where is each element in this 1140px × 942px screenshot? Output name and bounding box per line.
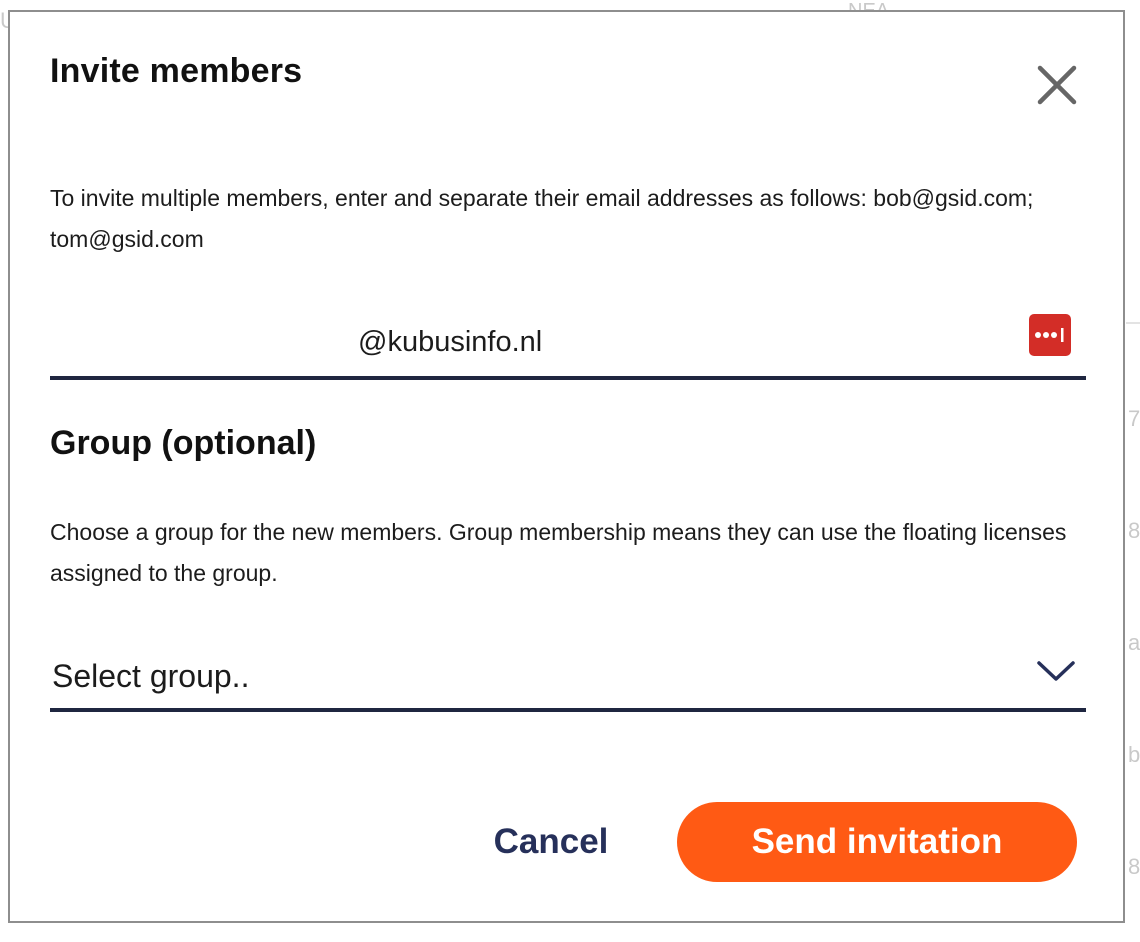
email-input[interactable] bbox=[50, 314, 1010, 370]
background-text: a bbox=[1128, 630, 1140, 655]
group-select-value: Select group.. bbox=[52, 658, 250, 694]
chevron-down-icon bbox=[1037, 661, 1075, 681]
email-field[interactable] bbox=[50, 314, 1086, 380]
dialog-title: Invite members bbox=[50, 52, 303, 90]
background-text: 7 bbox=[1128, 406, 1140, 431]
background-text: 8 bbox=[1128, 518, 1140, 543]
group-instructions: Choose a group for the new members. Grou… bbox=[50, 519, 1067, 586]
background-text: b bbox=[1128, 742, 1140, 767]
lastpass-icon[interactable] bbox=[1029, 314, 1071, 356]
background-text: 8 bbox=[1128, 854, 1140, 879]
cancel-button[interactable]: Cancel bbox=[466, 802, 636, 882]
close-button[interactable] bbox=[1030, 58, 1084, 112]
close-icon bbox=[1037, 65, 1077, 105]
email-instructions: To invite multiple members, enter and se… bbox=[50, 185, 1034, 252]
group-heading: Group (optional) bbox=[50, 424, 317, 462]
background-divider bbox=[1126, 322, 1140, 324]
password-manager-dots-icon bbox=[1035, 328, 1064, 342]
send-invitation-button[interactable]: Send invitation bbox=[677, 802, 1077, 882]
group-select[interactable]: Select group.. bbox=[50, 644, 1086, 712]
invite-members-dialog: Invite members To invite multiple member… bbox=[8, 10, 1125, 923]
